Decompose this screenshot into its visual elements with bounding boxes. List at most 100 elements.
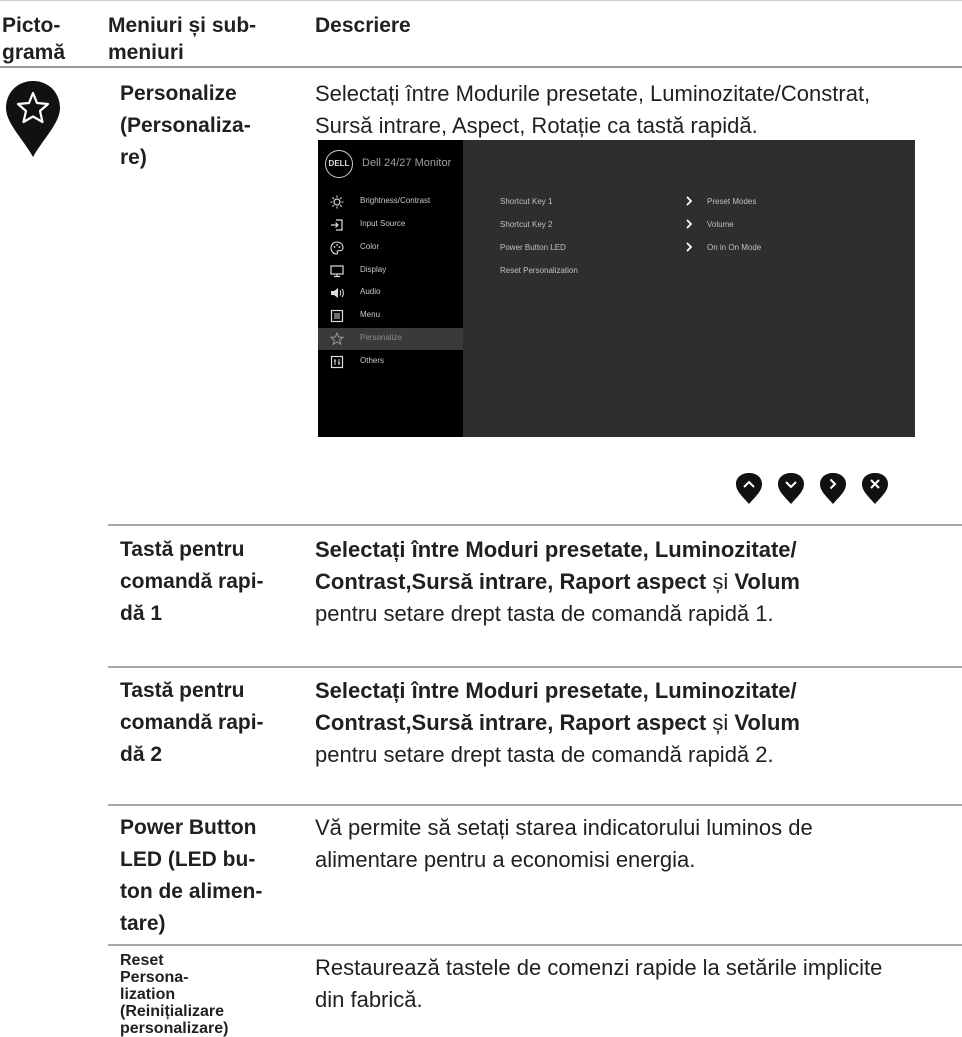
star-pin-icon [6,81,60,157]
row-description-line1: Vă permite să setați starea indicatorulu… [315,815,813,840]
personalize-description-line1: Selectați între Modurile presetate, Lumi… [315,81,871,106]
osd-item-reset-personalization[interactable]: Reset Personalization [500,266,578,275]
input-source-icon [331,219,343,231]
star-icon [330,332,344,346]
row-title: Reset Persona- lization (Reinițializare … [120,952,295,1037]
osd-menu-item-menu[interactable]: Menu [318,305,463,327]
header-col-pictogram: Picto- gramă [2,12,65,66]
row-title-line3: dă 2 [120,743,163,766]
row-separator [108,804,962,806]
row-title-line1: Power Button [120,816,257,839]
personalize-title-line3: re) [120,146,147,169]
osd-menu-item-color[interactable]: Color [318,237,463,259]
row-description: Selectați între Moduri presetate, Lumino… [315,534,960,630]
row-title: Tastă pentru comandă rapi- dă 2 [120,675,295,771]
row-description-line3: pentru setare drept tasta de comandă rap… [315,742,774,767]
header-col-description: Descriere [315,14,411,37]
dell-logo: DELL [325,150,353,178]
osd-menu-screenshot: DELL Dell 24/27 Monitor Brightness/Contr… [318,140,915,437]
row-title-line2: comandă rapi- [120,570,264,593]
row-title-line1: Tastă pentru [120,538,245,561]
row-title: Power Button LED (LED bu- ton de alimen-… [120,812,295,940]
row-description: Restaurează tastele de comenzi rapide la… [315,952,960,1016]
row-title-line5: personalizare) [120,1020,229,1037]
row-description-line3: pentru setare drept tasta de comandă rap… [315,601,774,626]
table-row-shortcut-key-1: Tastă pentru comandă rapi- dă 1 Selectaț… [108,524,962,666]
display-icon [330,265,344,278]
down-icon [778,473,804,504]
osd-menu-label: Menu [360,310,381,319]
row-description: Vă permite să setați starea indicatorulu… [315,812,960,876]
header-bottom-rule [0,66,962,68]
header-top-rule [0,0,962,1]
close-icon [862,473,888,504]
row-description-bold: Contrast,Sursă intrare, Raport aspect [315,710,707,735]
header-col-pictogram-line1: Picto- [2,14,61,37]
table-header: Picto- gramă Meniuri și sub- meniuri Des… [0,0,962,68]
osd-item-shortcut-key-1[interactable]: Shortcut Key 1 [500,197,552,206]
row-description-line2: Contrast,Sursă intrare, Raport aspect și… [315,566,960,598]
row-description: Selectați între Moduri presetate, Lumino… [315,675,960,771]
osd-menu-item-others[interactable]: Others [318,351,463,373]
brightness-icon [330,195,344,209]
header-col-pictogram-line2: gramă [2,41,66,64]
row-title-line4: (Reinițializare [120,1003,225,1020]
osd-item-power-button-led[interactable]: Power Button LED [500,243,566,252]
personalize-title-line1: Personalize [120,82,237,105]
chevron-right-icon [686,242,693,252]
osd-value-power-button-led: On in On Mode [707,243,762,252]
personalize-description: Selectați între Modurile presetate, Lumi… [315,78,960,142]
row-separator [108,944,962,946]
row-title-line2: LED (LED bu- [120,848,256,871]
menu-icon [330,309,344,323]
osd-menu-label: Input Source [360,219,406,228]
row-title-line3: lization [120,986,176,1003]
row-description-bold: Contrast,Sursă intrare, Raport aspect [315,569,707,594]
row-description-conjunction: și [706,569,735,594]
header-col-menus: Meniuri și sub- meniuri [108,12,256,66]
osd-menu-label: Audio [360,287,381,296]
right-icon [820,473,846,504]
row-separator [108,524,962,526]
row-title-line4: tare) [120,912,166,935]
row-description-line1: Selectați între Moduri presetate, Lumino… [315,678,797,703]
audio-icon [331,288,344,298]
row-title-line3: dă 1 [120,602,163,625]
osd-menu-label: Others [360,356,385,365]
table-row-power-button-led: Power Button LED (LED bu- ton de alimen-… [108,804,962,944]
osd-menu-item-audio[interactable]: Audio [318,282,463,304]
table-row-shortcut-key-2: Tastă pentru comandă rapi- dă 2 Selectaț… [108,666,962,804]
osd-menu-label: Color [360,242,380,251]
row-title-line1: Tastă pentru [120,679,245,702]
row-description-line2: alimentare pentru a economisi energia. [315,847,696,872]
up-icon [736,473,762,504]
osd-menu-item-input-source[interactable]: Input Source [318,214,463,236]
row-title-line3: ton de alimen- [120,880,263,903]
row-title: Tastă pentru comandă rapi- dă 1 [120,534,295,630]
osd-menu-item-display[interactable]: Display [318,260,463,282]
row-description-line1: Selectați între Moduri presetate, Lumino… [315,537,797,562]
color-icon [330,241,344,255]
row-title-line1: Reset [120,952,164,969]
row-separator [108,666,962,668]
row-title-line2: Persona- [120,969,189,986]
personalize-description-line2: Sursă intrare, Aspect, Rotație ca tastă … [315,113,758,138]
header-col-menus-line2: meniuri [108,41,184,64]
header-col-menus-line1: Meniuri și sub- [108,14,257,37]
osd-menu-item-personalize[interactable]: Personalize [318,328,463,350]
osd-value-shortcut-key-1: Preset Modes [707,197,757,206]
chevron-right-icon [686,219,693,229]
osd-item-shortcut-key-2[interactable]: Shortcut Key 2 [500,220,552,229]
others-icon [330,355,344,369]
osd-menu-label: Personalize [360,333,402,342]
osd-title: Dell 24/27 Monitor [362,157,452,169]
row-title-line2: comandă rapi- [120,711,264,734]
chevron-right-icon [686,196,693,206]
row-description-bold-end: Volum [734,710,800,735]
osd-left-panel: DELL Dell 24/27 Monitor Brightness/Contr… [318,140,463,437]
row-description-line2: din fabrică. [315,987,423,1012]
row-description-conjunction: și [706,710,735,735]
personalize-title-line2: (Personaliza- [120,114,251,137]
osd-right-panel: Shortcut Key 1 Preset Modes Shortcut Key… [463,140,915,437]
osd-menu-item-brightness[interactable]: Brightness/Contrast [318,191,463,213]
